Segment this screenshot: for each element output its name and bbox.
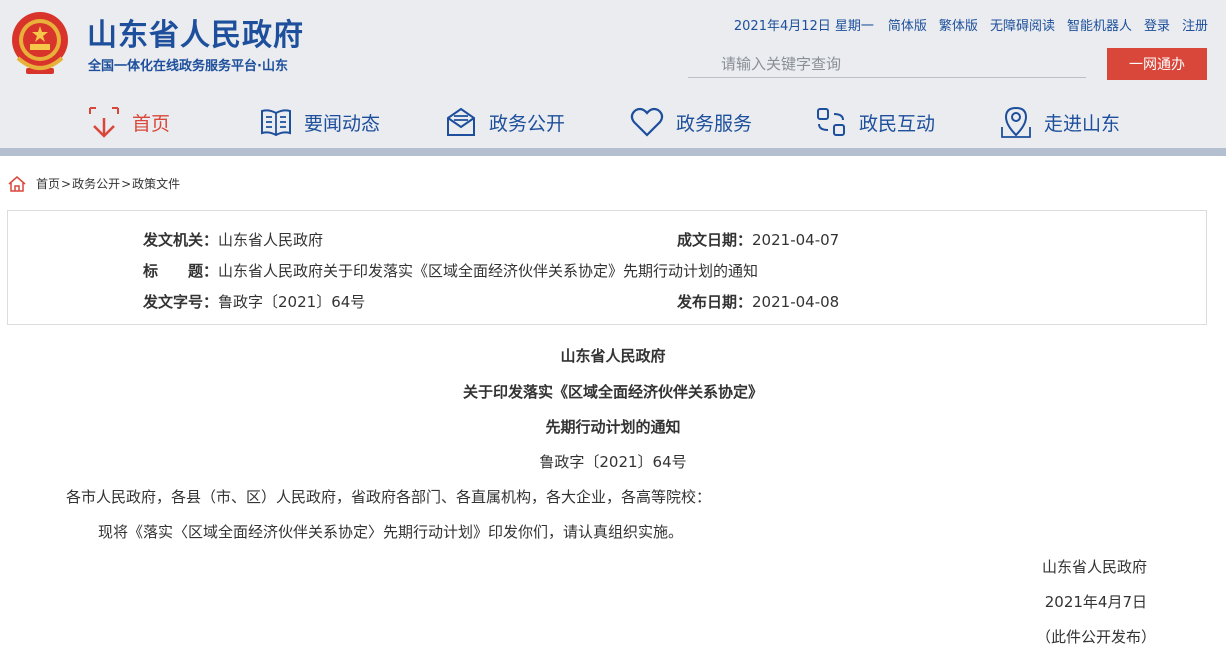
article-title-line-1: 山东省人民政府 bbox=[560, 347, 666, 365]
article-doc-number: 鲁政字〔2021〕64号 bbox=[539, 453, 687, 471]
title-value: 山东省人民政府关于印发落实《区域全面经济伙伴关系协定》先期行动计划的通知 bbox=[218, 262, 759, 280]
article-title-line-2: 关于印发落实《区域全面经济伙伴关系协定》 bbox=[462, 383, 763, 401]
publish-date-label: 发布日期： bbox=[677, 293, 753, 311]
heart-icon bbox=[630, 107, 664, 137]
doc-no-value: 鲁政字〔2021〕64号 bbox=[218, 293, 366, 311]
document-info-box: 发文机关：山东省人民政府 成文日期：2021-04-07 标 题：山东省人民政府… bbox=[7, 210, 1207, 325]
breadcrumb-separator: > bbox=[61, 176, 72, 191]
link-register[interactable]: 注册 bbox=[1182, 15, 1208, 34]
current-date: 2021年4月12日 星期一 bbox=[733, 19, 874, 34]
article-title-line-3: 先期行动计划的通知 bbox=[545, 418, 681, 436]
nav-divider bbox=[0, 148, 1226, 156]
written-date-value: 2021-04-07 bbox=[752, 231, 840, 249]
site-subtitle: 全国一体化在线政务服务平台·山东 bbox=[88, 59, 288, 74]
breadcrumb-separator: > bbox=[121, 176, 132, 191]
nav-item-home[interactable]: 首页 bbox=[88, 98, 170, 146]
title-row: 标 题：山东省人民政府关于印发落实《区域全面经济伙伴关系协定》先期行动计划的通知 bbox=[143, 260, 758, 281]
site-header: 山东省人民政府 全国一体化在线政务服务平台·山东 2021年4月12日 星期一 … bbox=[0, 0, 1226, 150]
written-date-row: 成文日期：2021-04-07 bbox=[677, 229, 839, 250]
book-icon bbox=[261, 109, 291, 137]
nav-item-news[interactable]: 要闻动态 bbox=[260, 98, 380, 146]
breadcrumb-policy-docs[interactable]: 政策文件 bbox=[132, 175, 180, 192]
publish-date-value: 2021-04-08 bbox=[752, 293, 840, 311]
issuer-row: 发文机关：山东省人民政府 bbox=[143, 229, 323, 250]
one-network-button[interactable]: 一网通办 bbox=[1107, 48, 1207, 80]
link-simplified[interactable]: 简体版 bbox=[888, 15, 927, 34]
breadcrumb-home[interactable]: 首页 bbox=[36, 175, 60, 192]
article-recipients: 各市人民政府，各县（市、区）人民政府，省政府各部门、各直属机构，各大企业，各高等… bbox=[66, 488, 712, 506]
breadcrumb-gov-open[interactable]: 政务公开 bbox=[72, 175, 120, 192]
sign-date: 2021年4月7日 bbox=[1044, 593, 1147, 611]
nav-label-gov-service: 政务服务 bbox=[676, 112, 753, 135]
publish-date-row: 发布日期：2021-04-08 bbox=[677, 291, 839, 312]
nav-label-about: 走进山东 bbox=[1044, 112, 1121, 135]
nav-item-gov-open[interactable]: 政务公开 bbox=[445, 98, 565, 146]
interact-icon bbox=[817, 108, 845, 136]
search-box bbox=[688, 50, 1086, 78]
location-icon bbox=[1001, 106, 1031, 138]
top-links-bar: 2021年4月12日 星期一 简体版 繁体版 无障碍阅读 智能机器人 登录 注册 bbox=[734, 15, 1208, 34]
link-robot[interactable]: 智能机器人 bbox=[1067, 15, 1132, 34]
doc-no-label: 发文字号： bbox=[143, 293, 219, 311]
link-traditional[interactable]: 繁体版 bbox=[939, 15, 978, 34]
breadcrumb: 首页 > 政务公开 > 政策文件 bbox=[8, 175, 180, 192]
issuer-label: 发文机关： bbox=[143, 231, 219, 249]
nav-item-gov-service[interactable]: 政务服务 bbox=[630, 98, 752, 146]
doc-no-row: 发文字号：鲁政字〔2021〕64号 bbox=[143, 291, 365, 312]
publication-note: （此件公开发布） bbox=[1035, 628, 1156, 646]
nav-label-gov-open: 政务公开 bbox=[489, 112, 566, 135]
sign-organization: 山东省人民政府 bbox=[1041, 558, 1147, 576]
link-accessibility[interactable]: 无障碍阅读 bbox=[990, 15, 1055, 34]
nav-item-about[interactable]: 走进山东 bbox=[1000, 98, 1120, 146]
search-input[interactable] bbox=[688, 50, 1086, 77]
nav-label-interact: 政民互动 bbox=[859, 112, 936, 135]
written-date-label: 成文日期： bbox=[677, 231, 753, 249]
mail-icon bbox=[447, 107, 475, 136]
home-icon bbox=[89, 107, 119, 138]
nav-item-interact[interactable]: 政民互动 bbox=[815, 98, 935, 146]
issuer-value: 山东省人民政府 bbox=[218, 231, 324, 249]
article-body: 现将《落实〈区域全面经济伙伴关系协定〉先期行动计划》印发你们，请认真组织实施。 bbox=[98, 523, 684, 541]
national-emblem-icon[interactable] bbox=[8, 8, 72, 78]
nav-label-news: 要闻动态 bbox=[304, 112, 381, 135]
nav-label-home: 首页 bbox=[132, 112, 171, 135]
main-nav: 首页 要闻动态 政务公开 政务服务 政民互动 走进山东 bbox=[0, 98, 1226, 148]
link-login[interactable]: 登录 bbox=[1144, 15, 1170, 34]
breadcrumb-home-icon[interactable] bbox=[8, 175, 26, 192]
site-title[interactable]: 山东省人民政府 bbox=[87, 10, 304, 54]
title-label: 标 题： bbox=[143, 262, 219, 280]
